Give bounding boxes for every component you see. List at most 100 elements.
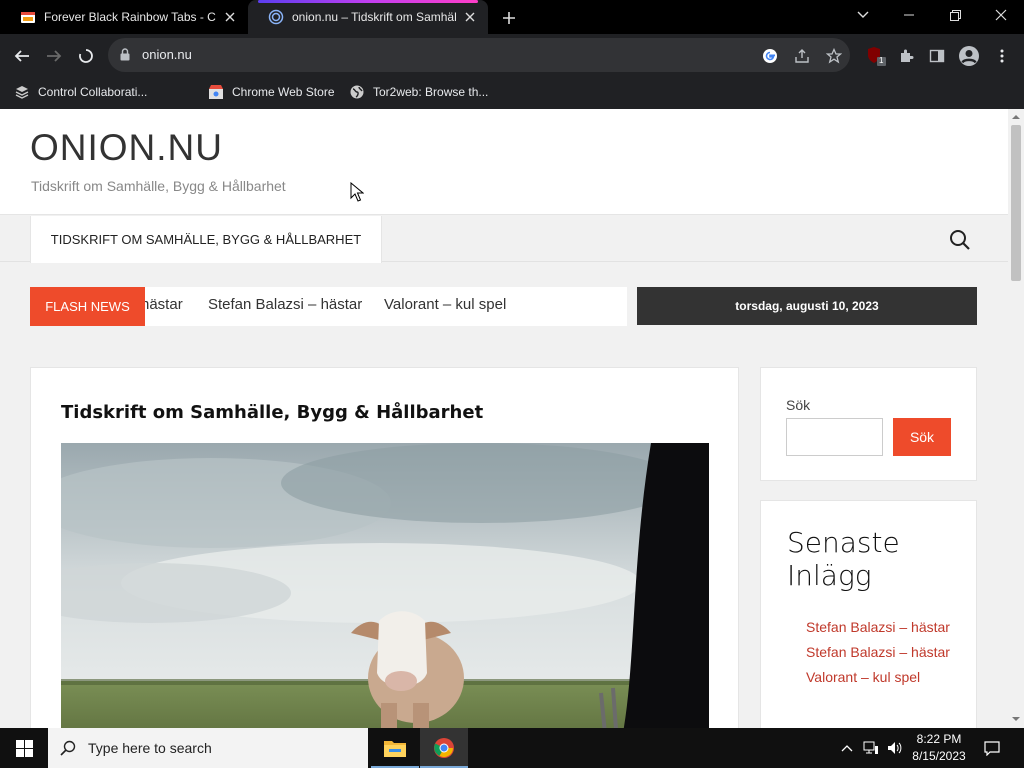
stacked-layers-icon [14,84,30,100]
tab-search-button[interactable] [840,0,886,30]
tab-chrome-web-store[interactable]: Forever Black Rainbow Tabs - Chrome Web … [0,0,248,34]
search-label: Sök [786,397,811,413]
ublock-extension-button[interactable]: 1 [862,42,890,70]
rainbow-tabs-favicon-icon [21,12,35,23]
search-icon [48,728,88,768]
recent-post-link[interactable]: Stefan Balazsi – hästar [806,615,956,640]
sidebar-search-input[interactable] [786,418,883,456]
close-tab-icon[interactable] [462,9,478,25]
bookmark-control-collaboration[interactable]: Control Collaborati... [14,82,147,102]
minimize-button[interactable] [886,0,932,30]
tab-title: Forever Black Rainbow Tabs - Chrome Web … [44,10,216,24]
main-navigation: TIDSKRIFT OM SAMHÄLLE, BYGG & HÅLLBARHET [0,216,1008,263]
site-header: ONION.NU Tidskrift om Samhälle, Bygg & H… [0,109,1008,215]
plus-icon [503,12,515,24]
windows-logo-icon [15,739,33,757]
site-title[interactable]: ONION.NU [30,127,223,169]
bookmark-label: Control Collaborati... [38,85,148,99]
current-date: torsdag, augusti 10, 2023 [637,287,977,325]
network-button[interactable] [860,728,882,768]
extensions-button[interactable] [892,42,920,70]
recent-posts-title: Senaste Inlägg [787,526,900,592]
close-icon [995,9,1007,21]
tab-onion-nu[interactable]: onion.nu – Tidskrift om Samhälle, Bygg &… [248,0,488,34]
minimize-icon [904,14,914,16]
folder-icon [384,741,406,757]
google-lens-button[interactable] [760,46,780,66]
chrome-taskbar-button[interactable] [420,728,468,768]
back-button[interactable] [8,42,36,70]
windows-taskbar: Type here to search 8:22 PM 8/15/2023 [0,728,1024,768]
clock-time: 8:22 PM [916,732,962,746]
bookmark-label: Tor2web: Browse th... [373,85,489,99]
chevron-down-icon [857,11,869,18]
google-icon [763,49,777,63]
web-store-icon [208,84,224,100]
file-explorer-button[interactable] [371,728,419,768]
sidebar-search-widget: Sök Sök [760,367,977,481]
taskbar-search-placeholder: Type here to search [88,740,212,756]
bookmark-label: Chrome Web Store [232,85,335,99]
recent-post-link[interactable]: Stefan Balazsi – hästar [806,640,956,665]
bookmark-star-button[interactable] [824,46,844,66]
ticker-item[interactable]: Valorant – kul spel [384,296,506,313]
onion-favicon-icon [268,9,284,25]
kebab-menu-icon [1000,49,1004,63]
scrollbar-thumb[interactable] [1011,125,1021,281]
profile-button[interactable] [955,42,983,70]
address-bar[interactable]: onion.nu [108,38,850,72]
article-card: Tidskrift om Samhälle, Bygg & Hållbarhet [30,367,739,728]
notifications-button[interactable] [978,728,1006,768]
ticker-item[interactable]: Stefan Balazsi – hästar [208,296,362,313]
arrow-right-icon [47,50,62,62]
share-icon [795,49,809,63]
close-window-button[interactable] [978,0,1024,30]
taskbar-clock[interactable]: 8:22 PM 8/15/2023 [905,731,973,765]
ticker-track: hästar Stefan Balazsi – hästar Valorant … [145,287,627,326]
tab-title: onion.nu – Tidskrift om Samhälle, Bygg &… [292,10,456,24]
chrome-icon [434,738,454,758]
restore-button[interactable] [932,0,978,30]
close-tab-icon[interactable] [222,9,238,25]
notification-icon [984,741,1000,756]
share-button[interactable] [792,46,812,66]
network-icon [863,741,878,754]
show-hidden-icons-button[interactable] [838,728,856,768]
globe-icon [349,84,365,100]
article-featured-image[interactable] [61,443,709,728]
page-scrollbar[interactable] [1008,109,1024,728]
flash-news-label: FLASH NEWS [30,287,145,326]
taskbar-search-box[interactable]: Type here to search [48,728,368,768]
bookmark-tor2web[interactable]: Tor2web: Browse th... [349,82,488,102]
flash-news-ticker: FLASH NEWS hästar Stefan Balazsi – hästa… [30,287,627,326]
lock-icon[interactable] [120,48,130,61]
scroll-down-icon[interactable] [1012,715,1020,723]
bookmarks-bar: Control Collaborati... Chrome Web Store … [0,76,1024,109]
ticker-item[interactable]: hästar [145,296,183,313]
new-tab-button[interactable] [498,7,520,29]
recent-posts-widget: Senaste Inlägg Stefan Balazsi – hästar S… [760,500,977,728]
clock-date: 8/15/2023 [912,749,966,763]
forward-button[interactable] [40,42,68,70]
article-title[interactable]: Tidskrift om Samhälle, Bygg & Hållbarhet [61,402,483,423]
volume-button[interactable] [884,728,906,768]
browser-toolbar: onion.nu 1 [0,34,1024,76]
restore-icon [949,9,961,21]
nav-item-home[interactable]: TIDSKRIFT OM SAMHÄLLE, BYGG & HÅLLBARHET [30,216,382,263]
scroll-up-icon[interactable] [1012,113,1020,121]
recent-posts-list: Stefan Balazsi – hästar Stefan Balazsi –… [806,615,956,690]
puzzle-icon [901,49,914,62]
cow-in-field-image [61,443,709,728]
search-icon[interactable] [948,228,972,252]
chrome-menu-button[interactable] [988,42,1016,70]
start-button[interactable] [0,728,48,768]
side-panel-icon [929,49,945,63]
mouse-cursor-icon [350,182,364,202]
url-text[interactable]: onion.nu [142,47,192,62]
extension-badge: 1 [879,56,884,65]
bookmark-chrome-web-store[interactable]: Chrome Web Store [208,82,335,102]
reload-stop-button[interactable] [72,42,100,70]
side-panel-button[interactable] [923,42,951,70]
sidebar-search-button[interactable]: Sök [893,418,951,456]
recent-post-link[interactable]: Valorant – kul spel [806,665,956,690]
